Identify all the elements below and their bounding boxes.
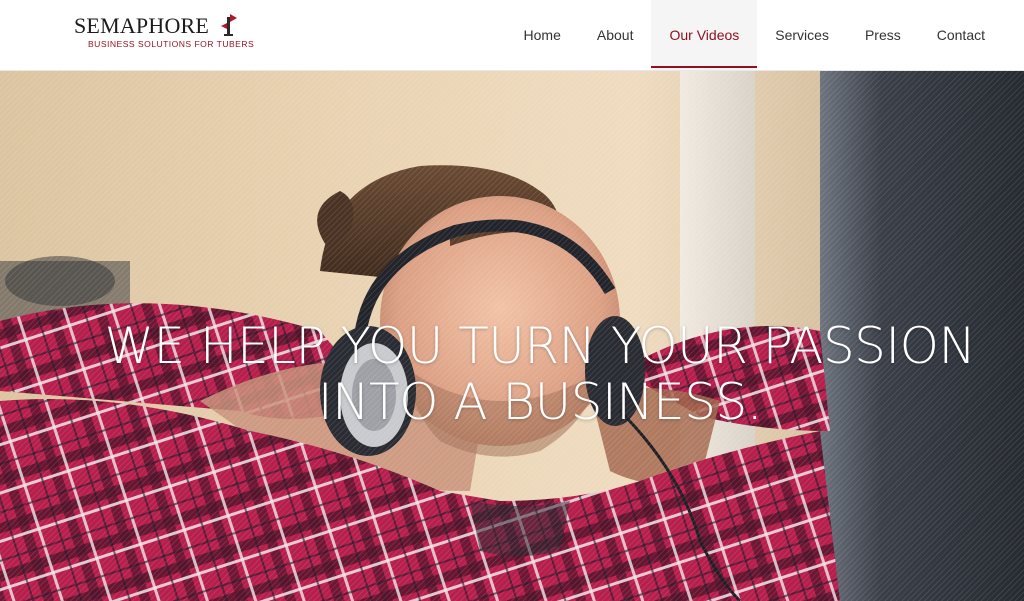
hero-banner: WE HELP YOU TURN YOUR PASSION INTO A BUS… [0, 71, 1024, 601]
nav-item-press[interactable]: Press [847, 0, 919, 70]
logo-link[interactable]: SEMAPHORE BUSINESS SOLUTIONS FOR TUBERS [74, 13, 254, 53]
hero-headline: WE HELP YOU TURN YOUR PASSION INTO A BUS… [60, 318, 1020, 430]
hero-headline-line-1: WE HELP YOU TURN YOUR PASSION [104, 316, 976, 375]
nav-item-services[interactable]: Services [757, 0, 847, 70]
semaphore-flag-icon [221, 14, 237, 36]
nav-item-home[interactable]: Home [506, 0, 579, 70]
nav-item-contact[interactable]: Contact [919, 0, 1003, 70]
logo-wordmark: SEMAPHORE [74, 13, 210, 38]
logo-tagline: BUSINESS SOLUTIONS FOR TUBERS [88, 39, 255, 49]
hero-headline-line-2: INTO A BUSINESS. [317, 372, 763, 431]
site-header: SEMAPHORE BUSINESS SOLUTIONS FOR TUBERS … [0, 0, 1024, 71]
main-navigation: Home About Our Videos Services Press Con… [506, 0, 1003, 70]
nav-item-our-videos[interactable]: Our Videos [651, 0, 758, 70]
nav-item-about[interactable]: About [579, 0, 652, 70]
